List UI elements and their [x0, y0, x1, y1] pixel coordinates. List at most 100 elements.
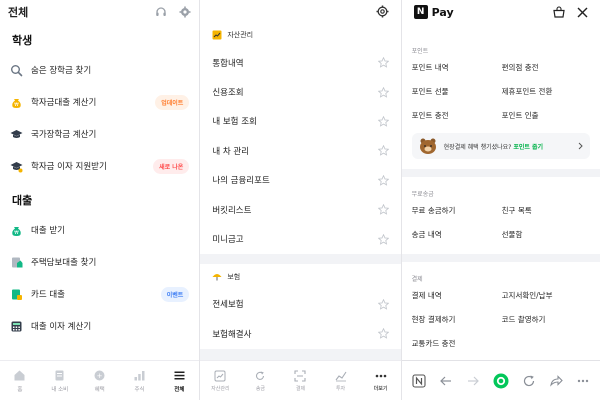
menu-item[interactable]: 내 차 관리	[200, 136, 400, 165]
menu-item-get-loan[interactable]: ₩ 대출 받기	[0, 214, 199, 246]
star-icon[interactable]	[377, 204, 389, 215]
menu-item-interest-calculator[interactable]: 대출 이자 계산기	[0, 310, 199, 342]
nav-tab-payment[interactable]: 결제	[280, 361, 320, 400]
menu-item-label: 내 차 관리	[212, 146, 250, 157]
menu-item-loan-calculator[interactable]: ₩ 학자금대출 계산기 업데이트	[0, 86, 199, 118]
gear-icon[interactable]	[376, 5, 389, 18]
star-icon[interactable]	[377, 145, 389, 157]
group-header: 자산관리	[200, 22, 400, 48]
event-badge: 이벤트	[160, 286, 190, 302]
gear-icon[interactable]	[179, 6, 191, 18]
browser-toolbar	[401, 360, 600, 400]
nav-tab-home[interactable]: 홈	[0, 361, 40, 400]
nav-tab-transfer[interactable]: 송금	[240, 361, 280, 400]
bottom-nav: 자산관리 송금 결제 투자 더보기	[200, 360, 401, 400]
close-icon[interactable]	[577, 7, 588, 18]
scan-icon	[294, 369, 307, 382]
page-title: 전체	[8, 6, 29, 19]
nav-tab-more[interactable]: 더보기	[361, 361, 401, 400]
n-icon[interactable]	[412, 373, 426, 388]
menu-link[interactable]: 송금 내역	[412, 222, 502, 246]
menu-item[interactable]: 보험해결사	[200, 319, 400, 348]
share-icon[interactable]	[549, 374, 563, 388]
nav-tab-my-spending[interactable]: 내 소비	[40, 361, 80, 400]
star-icon[interactable]	[377, 86, 389, 98]
menu-link[interactable]: 포인트 인출	[502, 103, 592, 127]
nav-label: 더보기	[373, 385, 388, 392]
headset-icon[interactable]	[155, 6, 167, 18]
nav-label: 전체	[174, 386, 185, 393]
nav-tab-asset-management[interactable]: 자산관리	[200, 361, 240, 400]
menu-link[interactable]: 결제 내역	[412, 283, 502, 307]
star-icon[interactable]	[377, 115, 389, 127]
asset-chart-icon	[214, 370, 226, 382]
menu-item-label: 보험해결사	[212, 329, 252, 340]
menu-icon	[173, 369, 186, 382]
menu-link[interactable]: 제휴포인트 전환	[502, 79, 592, 103]
menu-link[interactable]: 무료 송금하기	[412, 198, 502, 222]
update-badge: 업데이트	[155, 94, 190, 110]
nav-label: 결제	[295, 385, 306, 392]
menu-link[interactable]: 선물함	[502, 222, 592, 246]
stock-chart-icon	[133, 369, 146, 382]
menu-item[interactable]: 신용조회	[200, 77, 400, 106]
menu-item-label: 신용조회	[212, 88, 244, 99]
menu-link[interactable]: 편의점 충전	[502, 55, 592, 79]
menu-item-national-scholarship[interactable]: 국가장학금 계산기	[0, 118, 199, 150]
panel-header: 전체	[0, 0, 199, 24]
menu-link[interactable]: 포인트 선물	[412, 79, 502, 103]
forward-arrow-icon[interactable]	[466, 374, 480, 388]
star-icon[interactable]	[377, 174, 389, 186]
star-icon[interactable]	[377, 57, 389, 68]
menu-item[interactable]: 나의 금융리포트	[200, 166, 400, 195]
menu-item-mortgage[interactable]: 주택담보대출 찾기	[0, 246, 199, 278]
money-bag-icon: ₩	[10, 224, 23, 237]
svg-text:+: +	[97, 372, 103, 380]
more-menu-panel: 자산관리 통합내역 신용조회 내 보험 조회 내 차 관리 나의 금융리포트 버…	[200, 0, 401, 400]
menu-item[interactable]: 버킷리스트	[200, 195, 400, 224]
star-icon[interactable]	[377, 328, 389, 340]
menu-link[interactable]: 코드 촬영하기	[502, 307, 592, 331]
graduation-cap-icon	[10, 160, 23, 173]
section-divider	[401, 254, 600, 262]
group-header: 보험	[200, 264, 400, 290]
nav-label: 자산관리	[211, 385, 230, 392]
nav-tab-benefits[interactable]: + 혜택	[80, 361, 120, 400]
shopping-basket-icon[interactable]	[553, 6, 565, 18]
menu-link[interactable]: 포인트 충전	[412, 103, 502, 127]
menu-item-label: 내 보험 조회	[212, 117, 257, 128]
more-dots-icon	[375, 370, 387, 382]
menu-item[interactable]: 전세보험	[200, 290, 400, 319]
star-icon[interactable]	[377, 233, 389, 245]
house-document-icon	[10, 256, 23, 269]
menu-item[interactable]: 미니금고	[200, 224, 400, 253]
star-icon[interactable]	[377, 298, 389, 310]
menu-item-label: 주택담보대출 찾기	[31, 258, 97, 268]
menu-link[interactable]: 현장 결제하기	[412, 307, 502, 331]
promo-link[interactable]: 포인트 줍기	[513, 142, 543, 151]
refresh-icon	[254, 370, 266, 382]
nav-tab-invest[interactable]: 투자	[321, 361, 361, 400]
menu-item-label: 전세보험	[212, 300, 244, 311]
menu-item[interactable]: 통합내역	[200, 48, 400, 77]
menu-link[interactable]: 친구 목록	[502, 198, 592, 222]
menu-item-card-loan[interactable]: 카드 대출 이벤트	[0, 278, 199, 310]
menu-link[interactable]: 포인트 내역	[412, 55, 502, 79]
payment-menu-grid: 결제 내역 고지서확인/납부 현장 결제하기 코드 촬영하기 교통카드 충전	[402, 283, 600, 355]
menu-item-label: 학자금대출 계산기	[31, 98, 97, 108]
menu-item-interest-support[interactable]: 학자금 이자 지원받기 새로 나온	[0, 150, 199, 182]
nav-tab-all[interactable]: 전체	[159, 361, 199, 400]
section-title-points: 포인트	[411, 48, 429, 55]
money-bag-icon: ₩	[10, 96, 23, 109]
menu-link[interactable]: 고지서확인/납부	[502, 283, 592, 307]
green-dot-icon[interactable]	[493, 373, 509, 389]
nav-tab-stocks[interactable]: 주식	[120, 361, 160, 400]
promo-banner[interactable]: 현장결제 혜택 챙기셨나요? 포인트 줍기	[411, 133, 590, 159]
menu-link[interactable]: 교통카드 충전	[412, 331, 502, 355]
reload-icon[interactable]	[522, 374, 536, 388]
more-dots-icon[interactable]	[576, 374, 590, 388]
menu-item[interactable]: 내 보험 조회	[200, 107, 400, 136]
group-asset-management: 자산관리 통합내역 신용조회 내 보험 조회 내 차 관리 나의 금융리포트 버…	[200, 22, 401, 254]
menu-item-scholarship-search[interactable]: 숨은 장학금 찾기	[0, 54, 199, 86]
back-arrow-icon[interactable]	[439, 374, 453, 388]
